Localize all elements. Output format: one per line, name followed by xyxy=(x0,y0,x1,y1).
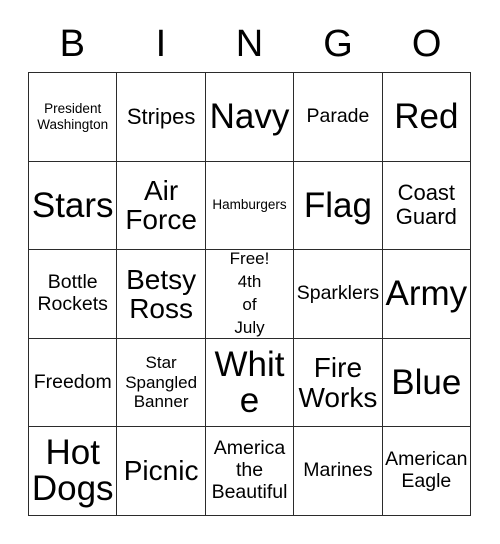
bingo-header-letter-i: I xyxy=(155,23,167,65)
bingo-cell-label: Stars xyxy=(31,185,114,225)
bingo-cell-label: Picnic xyxy=(123,455,199,487)
bingo-row: Freedom Star Spangled Banner White Fire … xyxy=(29,338,472,428)
bingo-header-letter-o: O xyxy=(411,23,442,65)
bingo-cell-label: Blue xyxy=(391,362,462,402)
bingo-cell-label: America the Beautiful xyxy=(211,437,288,504)
bingo-cell-g3[interactable]: Sparklers xyxy=(294,250,383,339)
bingo-header-letter-g: G xyxy=(323,23,353,65)
bingo-cell-label: Parade xyxy=(306,104,370,127)
bingo-cell-label: Marines xyxy=(303,459,373,482)
bingo-cell-i4[interactable]: Star Spangled Banner xyxy=(117,338,206,428)
bingo-cell-b2[interactable]: Stars xyxy=(29,161,118,251)
bingo-cell-n1[interactable]: Navy xyxy=(205,73,295,162)
bingo-cell-label: Star Spangled Banner xyxy=(125,353,198,412)
bingo-cell-label: Sparklers xyxy=(296,282,380,305)
bingo-cell-g5[interactable]: Marines xyxy=(294,427,383,516)
bingo-cell-o5[interactable]: American Eagle xyxy=(382,427,472,516)
bingo-cell-g4[interactable]: Fire Works xyxy=(294,338,383,428)
bingo-cell-i2[interactable]: Air Force xyxy=(117,161,206,251)
bingo-cell-label: Freedom xyxy=(33,370,112,393)
bingo-cell-label: Hamburgers xyxy=(212,197,287,213)
bingo-row: Stars Air Force Hamburgers Flag Coast Gu… xyxy=(29,161,472,251)
bingo-header-letter-n: N xyxy=(235,23,264,65)
bingo-header-letter-b: B xyxy=(59,23,85,65)
bingo-cell-n4[interactable]: White xyxy=(205,338,295,428)
bingo-cell-label: Army xyxy=(385,274,468,314)
bingo-card: B I N G O President Washington Stripes N… xyxy=(28,16,472,516)
bingo-cell-o3[interactable]: Army xyxy=(382,250,472,339)
bingo-cell-i5[interactable]: Picnic xyxy=(117,427,206,516)
bingo-cell-label: President Washington xyxy=(37,100,109,132)
bingo-cell-label: White xyxy=(214,344,285,420)
bingo-cell-i1[interactable]: Stripes xyxy=(117,73,206,162)
bingo-grid: President Washington Stripes Navy Parade… xyxy=(28,72,472,516)
bingo-cell-b4[interactable]: Freedom xyxy=(29,338,118,428)
bingo-header: B I N G O xyxy=(28,16,472,72)
bingo-cell-n5[interactable]: America the Beautiful xyxy=(205,427,295,516)
bingo-cell-label: Coast Guard xyxy=(395,180,457,230)
bingo-cell-label: Bottle Rockets xyxy=(37,271,108,315)
bingo-row: Bottle Rockets Betsy Ross Free! 4th of J… xyxy=(29,250,472,339)
bingo-free-space-label: Free! 4th of July xyxy=(229,250,270,337)
bingo-cell-label: American Eagle xyxy=(385,448,468,493)
bingo-cell-label: Flag xyxy=(303,185,372,225)
bingo-cell-label: Red xyxy=(394,96,459,136)
bingo-cell-label: Stripes xyxy=(126,103,196,129)
bingo-cell-o1[interactable]: Red xyxy=(382,73,472,162)
bingo-cell-free-space[interactable]: Free! 4th of July xyxy=(205,250,295,339)
bingo-cell-label: Betsy Ross xyxy=(126,263,197,324)
bingo-cell-g2[interactable]: Flag xyxy=(294,161,383,251)
bingo-cell-b3[interactable]: Bottle Rockets xyxy=(29,250,118,339)
bingo-cell-label: Air Force xyxy=(125,175,197,236)
bingo-row: President Washington Stripes Navy Parade… xyxy=(29,73,472,162)
bingo-cell-label: Hot Dogs xyxy=(31,433,114,509)
bingo-cell-b1[interactable]: President Washington xyxy=(29,73,118,162)
bingo-cell-o2[interactable]: Coast Guard xyxy=(382,161,472,251)
bingo-cell-g1[interactable]: Parade xyxy=(294,73,383,162)
bingo-cell-n2[interactable]: Hamburgers xyxy=(205,161,295,251)
bingo-cell-o4[interactable]: Blue xyxy=(382,338,472,428)
bingo-row: Hot Dogs Picnic America the Beautiful Ma… xyxy=(29,427,472,516)
bingo-cell-i3[interactable]: Betsy Ross xyxy=(117,250,206,339)
bingo-cell-b5[interactable]: Hot Dogs xyxy=(29,427,118,516)
bingo-cell-label: Navy xyxy=(209,96,290,136)
bingo-cell-label: Fire Works xyxy=(298,352,378,413)
